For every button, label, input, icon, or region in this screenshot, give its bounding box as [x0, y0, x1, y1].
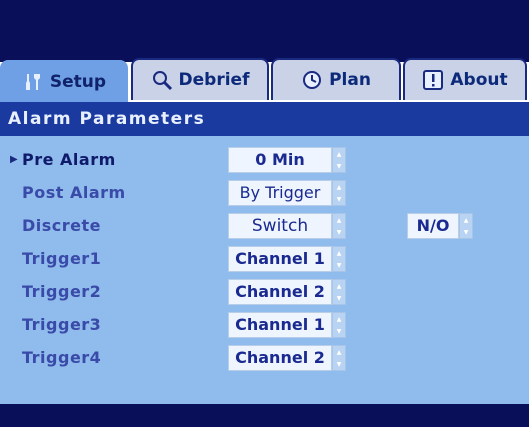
parameter-label: Discrete	[22, 216, 102, 235]
discrete-value[interactable]: Switch	[228, 213, 332, 239]
parameter-row-trigger2[interactable]: Trigger2 Channel 2 ▲ ▼	[0, 277, 529, 307]
parameter-label: Trigger4	[22, 348, 102, 367]
parameter-label: Trigger3	[22, 315, 102, 334]
section-title: Alarm Parameters	[0, 102, 529, 136]
spin-up-icon[interactable]: ▲	[337, 217, 342, 224]
spin-down-icon[interactable]: ▼	[337, 262, 342, 269]
spin-up-icon[interactable]: ▲	[337, 184, 342, 191]
trigger1-spinner[interactable]: ▲ ▼	[332, 246, 346, 272]
spin-up-icon[interactable]: ▲	[337, 151, 342, 158]
tab-plan[interactable]: Plan	[271, 58, 401, 100]
spin-up-icon[interactable]: ▲	[337, 316, 342, 323]
spin-down-icon[interactable]: ▼	[337, 229, 342, 236]
parameter-label: Pre Alarm	[22, 150, 116, 169]
parameter-label: Trigger1	[22, 249, 102, 268]
parameters-panel: ▶ Pre Alarm 0 Min ▲ ▼ Post Alarm By Trigg…	[0, 136, 529, 404]
parameter-row-trigger1[interactable]: Trigger1 Channel 1 ▲ ▼	[0, 244, 529, 274]
tab-label: Debrief	[178, 70, 250, 90]
trigger3-value[interactable]: Channel 1	[228, 312, 332, 338]
parameter-row-pre-alarm[interactable]: ▶ Pre Alarm 0 Min ▲ ▼	[0, 145, 529, 175]
trigger2-spinner[interactable]: ▲ ▼	[332, 279, 346, 305]
spin-down-icon[interactable]: ▼	[337, 328, 342, 335]
spin-down-icon[interactable]: ▼	[337, 163, 342, 170]
pre-alarm-value[interactable]: 0 Min	[228, 147, 332, 173]
spin-up-icon[interactable]: ▲	[337, 250, 342, 257]
discrete-spinner[interactable]: ▲ ▼	[332, 213, 346, 239]
spin-up-icon[interactable]: ▲	[337, 349, 342, 356]
spin-up-icon[interactable]: ▲	[337, 283, 342, 290]
selection-arrow-icon: ▶	[10, 154, 18, 165]
parameter-row-trigger3[interactable]: Trigger3 Channel 1 ▲ ▼	[0, 310, 529, 340]
parameter-row-discrete[interactable]: Discrete Switch ▲ ▼ N/O ▲ ▼	[0, 211, 529, 241]
tab-label: Setup	[49, 72, 107, 92]
bottom-frame-bar	[0, 404, 529, 427]
spin-down-icon[interactable]: ▼	[337, 361, 342, 368]
parameter-label: Trigger2	[22, 282, 102, 301]
alarm-parameters-screen: Setup Debrief Plan About Alarm Parameter…	[0, 0, 529, 427]
info-icon	[422, 69, 444, 91]
tab-label: About	[450, 70, 508, 90]
tab-label: Plan	[329, 70, 371, 90]
post-alarm-spinner[interactable]: ▲ ▼	[332, 180, 346, 206]
discrete-contact-spinner[interactable]: ▲ ▼	[459, 213, 473, 239]
tab-setup[interactable]: Setup	[0, 60, 128, 102]
post-alarm-value[interactable]: By Trigger	[228, 180, 332, 206]
trigger1-value[interactable]: Channel 1	[228, 246, 332, 272]
spin-down-icon[interactable]: ▼	[464, 229, 469, 236]
discrete-contact-value[interactable]: N/O	[407, 213, 459, 239]
parameter-row-trigger4[interactable]: Trigger4 Channel 2 ▲ ▼	[0, 343, 529, 373]
top-frame-bar	[0, 0, 529, 62]
spin-down-icon[interactable]: ▼	[337, 295, 342, 302]
spin-up-icon[interactable]: ▲	[464, 217, 469, 224]
tab-about[interactable]: About	[403, 58, 527, 100]
tab-debrief[interactable]: Debrief	[131, 58, 269, 100]
parameter-row-post-alarm[interactable]: Post Alarm By Trigger ▲ ▼	[0, 178, 529, 208]
magnifier-icon	[151, 69, 173, 91]
trigger3-spinner[interactable]: ▲ ▼	[332, 312, 346, 338]
spin-down-icon[interactable]: ▼	[337, 196, 342, 203]
parameter-label: Post Alarm	[22, 183, 126, 202]
pre-alarm-spinner[interactable]: ▲ ▼	[332, 147, 346, 173]
tools-icon	[22, 71, 44, 93]
clock-icon	[301, 69, 323, 91]
trigger2-value[interactable]: Channel 2	[228, 279, 332, 305]
trigger4-spinner[interactable]: ▲ ▼	[332, 345, 346, 371]
trigger4-value[interactable]: Channel 2	[228, 345, 332, 371]
